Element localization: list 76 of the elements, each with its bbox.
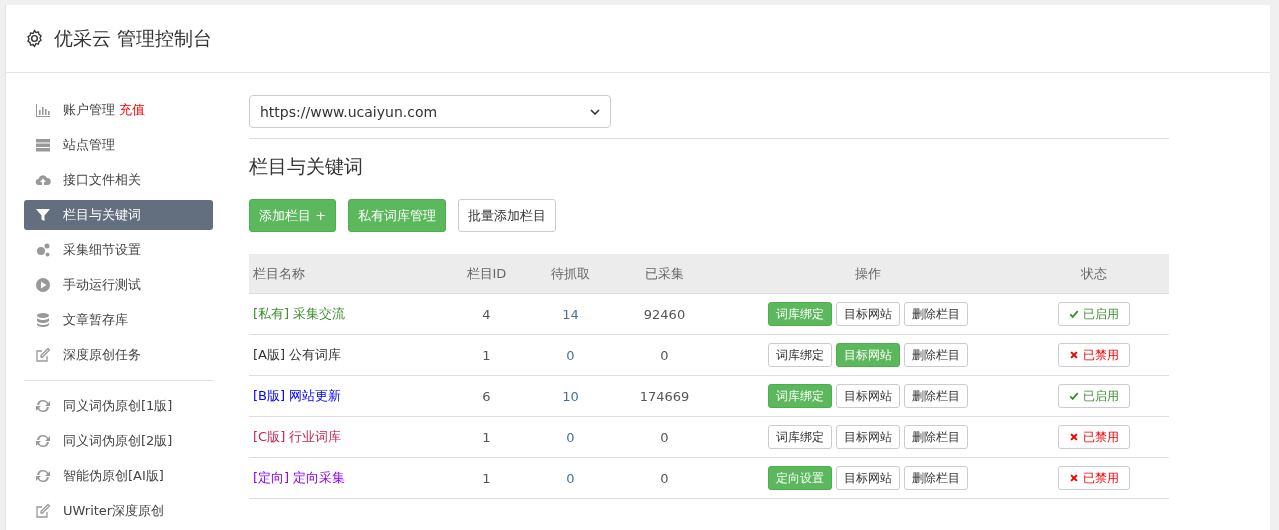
table-cell: 0	[566, 347, 575, 363]
play-icon	[35, 277, 51, 293]
settings-icon	[25, 29, 44, 48]
status-button[interactable]: 已禁用	[1057, 466, 1130, 490]
column-name-link[interactable]: [定向] 定向采集	[253, 470, 346, 485]
action-button[interactable]: 删除栏目	[903, 425, 968, 449]
section-title: 栏目与关键词	[249, 154, 364, 179]
table-cell: 92460	[643, 306, 686, 322]
table-cell: 4	[482, 306, 491, 322]
status-button[interactable]: 已禁用	[1057, 425, 1130, 449]
status-button[interactable]: 已启用	[1057, 302, 1130, 326]
column-header: 状态	[1018, 254, 1169, 294]
sidebar-item[interactable]: 手动运行测试	[24, 270, 213, 300]
table-cell: 0	[660, 429, 669, 445]
refresh-icon	[35, 433, 51, 449]
column-name-link[interactable]: [B版] 网站更新	[253, 388, 342, 403]
column-name-link[interactable]: [私有] 采集交流	[253, 306, 346, 321]
check-icon	[1068, 309, 1079, 319]
console-title: 优采云 管理控制台	[54, 25, 213, 51]
server-icon	[35, 137, 51, 153]
action-button[interactable]: 目标网站	[835, 466, 900, 490]
sidebar-item[interactable]: 站点管理	[24, 130, 213, 160]
table-cell: 14	[562, 306, 579, 322]
filter-icon	[35, 207, 51, 223]
sidebar-item[interactable]: 深度原创任务	[24, 340, 213, 370]
column-header: 栏目名称	[249, 254, 444, 294]
column-header: 栏目ID	[444, 254, 529, 294]
chevron-icon	[590, 108, 600, 115]
table-cell: 174669	[639, 388, 690, 404]
close-icon	[1068, 350, 1079, 360]
action-button[interactable]: 删除栏目	[903, 343, 968, 367]
sidebar-item[interactable]: 采集细节设置	[24, 235, 213, 265]
table-cell: 10	[562, 388, 579, 404]
cloud-upload-icon	[35, 172, 51, 188]
action-button[interactable]: 目标网站	[835, 384, 900, 408]
close-icon	[1068, 473, 1079, 483]
sidebar-item[interactable]: 栏目与关键词	[24, 200, 213, 230]
table-cell: 0	[660, 347, 669, 363]
table-cell: 1	[482, 347, 491, 363]
toolbar-button[interactable]: 批量添加栏目	[458, 199, 557, 232]
column-header: 操作	[716, 254, 1019, 294]
action-button[interactable]: 词库绑定	[767, 425, 832, 449]
column-header: 已采集	[612, 254, 717, 294]
sidebar-item[interactable]: 同义词伪原创[2版]	[24, 426, 213, 456]
action-button[interactable]: 删除栏目	[903, 466, 968, 490]
column-name-link[interactable]: [A版] 公有词库	[253, 347, 342, 362]
table-cell: 1	[482, 470, 491, 486]
sidebar-item[interactable]: 接口文件相关	[24, 165, 213, 195]
column-name-link[interactable]: [C版] 行业词库	[253, 429, 342, 444]
table-cell: 0	[566, 470, 575, 486]
table-cell: 0	[566, 429, 575, 445]
sidebar-item[interactable]: 账户管理 充值	[24, 95, 213, 125]
table-cell: 0	[660, 470, 669, 486]
action-button[interactable]: 词库绑定	[767, 343, 832, 367]
refresh-icon	[35, 398, 51, 414]
action-button[interactable]: 删除栏目	[903, 302, 968, 326]
database-icon	[35, 312, 51, 328]
sidebar-item[interactable]: UWriter深度原创	[24, 496, 213, 526]
status-button[interactable]: 已禁用	[1057, 343, 1130, 367]
site-select[interactable]: https://www.ucaiyun.com	[249, 95, 611, 128]
column-header: 待抓取	[528, 254, 613, 294]
edit-icon	[35, 503, 51, 519]
refresh-icon	[35, 468, 51, 484]
table-cell: 1	[482, 429, 491, 445]
sidebar-item[interactable]: 同义词伪原创[1版]	[24, 391, 213, 421]
check-icon	[1068, 391, 1079, 401]
bar-chart-icon	[35, 102, 51, 118]
sidebar-item[interactable]: 智能伪原创[AI版]	[24, 461, 213, 491]
edit-icon	[35, 347, 51, 363]
action-button[interactable]: 删除栏目	[903, 384, 968, 408]
sidebar-item[interactable]: 文章暂存库	[24, 305, 213, 335]
action-button[interactable]: 目标网站	[835, 425, 900, 449]
close-icon	[1068, 432, 1079, 442]
action-button[interactable]: 目标网站	[835, 302, 900, 326]
status-button[interactable]: 已启用	[1057, 384, 1130, 408]
table-cell: 6	[482, 388, 491, 404]
